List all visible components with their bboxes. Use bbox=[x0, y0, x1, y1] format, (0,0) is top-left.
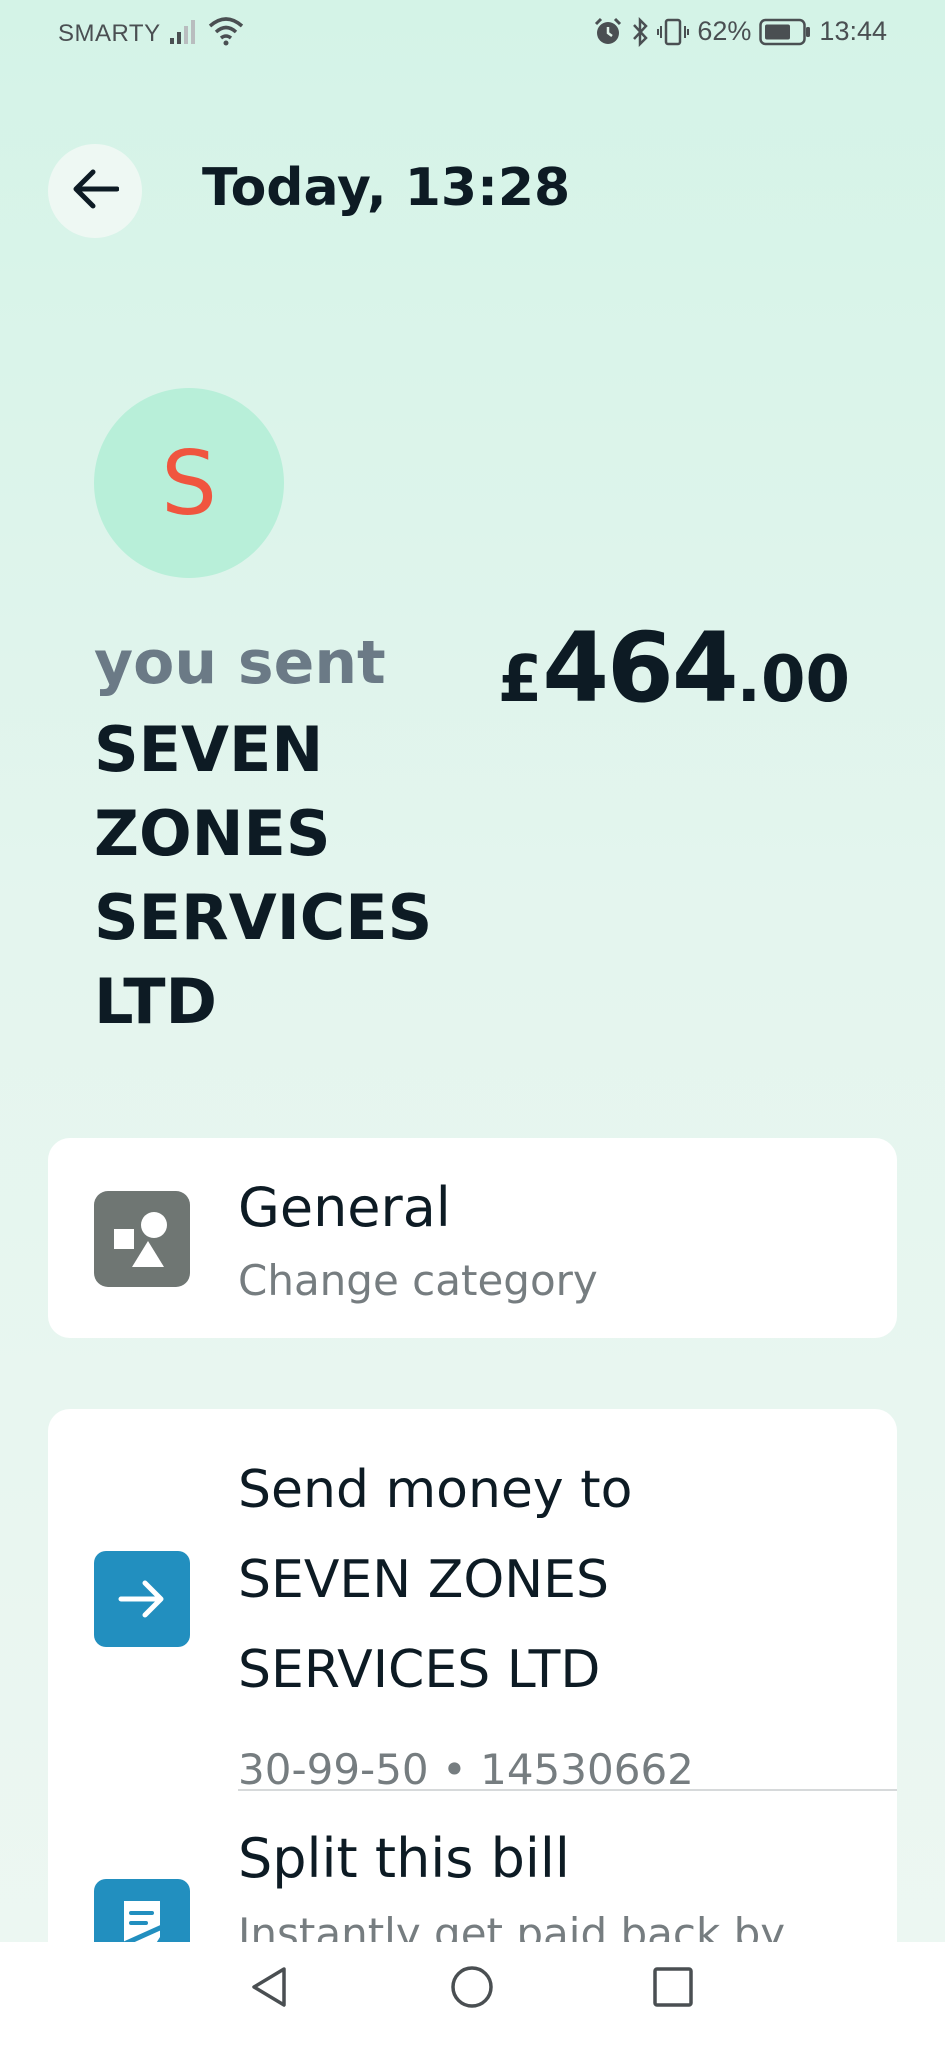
status-bar: SMARTY 62% 13:44 bbox=[0, 0, 945, 70]
split-bill-title: Split this bill bbox=[238, 1827, 570, 1890]
nav-recents-button[interactable] bbox=[651, 1964, 695, 2014]
bluetooth-icon bbox=[631, 16, 649, 47]
category-shapes-icon bbox=[94, 1191, 190, 1287]
avatar-letter: S bbox=[161, 431, 217, 535]
direction-label: you sent bbox=[94, 628, 386, 698]
send-money-line: SEVEN ZONES bbox=[238, 1550, 610, 1610]
amount-currency: £ bbox=[497, 643, 543, 717]
triangle-back-icon bbox=[248, 1967, 290, 2014]
alarm-icon bbox=[593, 17, 623, 47]
payee-name-line: LTD bbox=[94, 965, 218, 1038]
divider bbox=[238, 1789, 897, 1791]
send-money-label: Send money to SEVEN ZONES SERVICES LTD bbox=[238, 1445, 878, 1715]
payee-name-line: SERVICES bbox=[94, 881, 433, 954]
back-arrow-icon bbox=[71, 169, 120, 213]
category-name: General bbox=[238, 1176, 451, 1239]
transaction-amount: £464.00 bbox=[498, 612, 850, 724]
amount-decimal: .00 bbox=[736, 643, 850, 717]
square-recents-icon bbox=[651, 1967, 695, 2014]
send-arrow-icon bbox=[94, 1551, 190, 1647]
category-card[interactable]: General Change category bbox=[48, 1138, 897, 1338]
actions-card: Send money to SEVEN ZONES SERVICES LTD 3… bbox=[48, 1409, 897, 2009]
wifi-icon bbox=[208, 16, 244, 51]
payee-name-line: SEVEN bbox=[94, 713, 324, 786]
send-money-line: SERVICES LTD bbox=[238, 1640, 601, 1700]
amount-whole: 464 bbox=[542, 612, 738, 724]
account-details: 30-99-50 • 14530662 bbox=[238, 1745, 694, 1794]
circle-home-icon bbox=[449, 1966, 495, 2014]
page-title: Today, 13:28 bbox=[202, 158, 571, 218]
system-nav-bar bbox=[0, 1942, 945, 2048]
back-button[interactable] bbox=[48, 144, 142, 238]
signal-icon bbox=[170, 18, 200, 49]
battery-icon bbox=[759, 18, 811, 46]
carrier-name: SMARTY bbox=[58, 20, 161, 47]
payee-avatar: S bbox=[94, 388, 284, 578]
send-money-line: Send money to bbox=[238, 1460, 633, 1520]
payee-name: SEVEN ZONES SERVICES LTD bbox=[94, 708, 474, 1044]
clock: 13:44 bbox=[819, 16, 887, 46]
payee-name-line: ZONES bbox=[94, 797, 331, 870]
battery-percent: 62% bbox=[697, 16, 752, 46]
change-category-link[interactable]: Change category bbox=[238, 1256, 598, 1305]
vibrate-icon bbox=[657, 17, 690, 47]
nav-back-button[interactable] bbox=[248, 1964, 290, 2014]
nav-home-button[interactable] bbox=[449, 1964, 495, 2014]
